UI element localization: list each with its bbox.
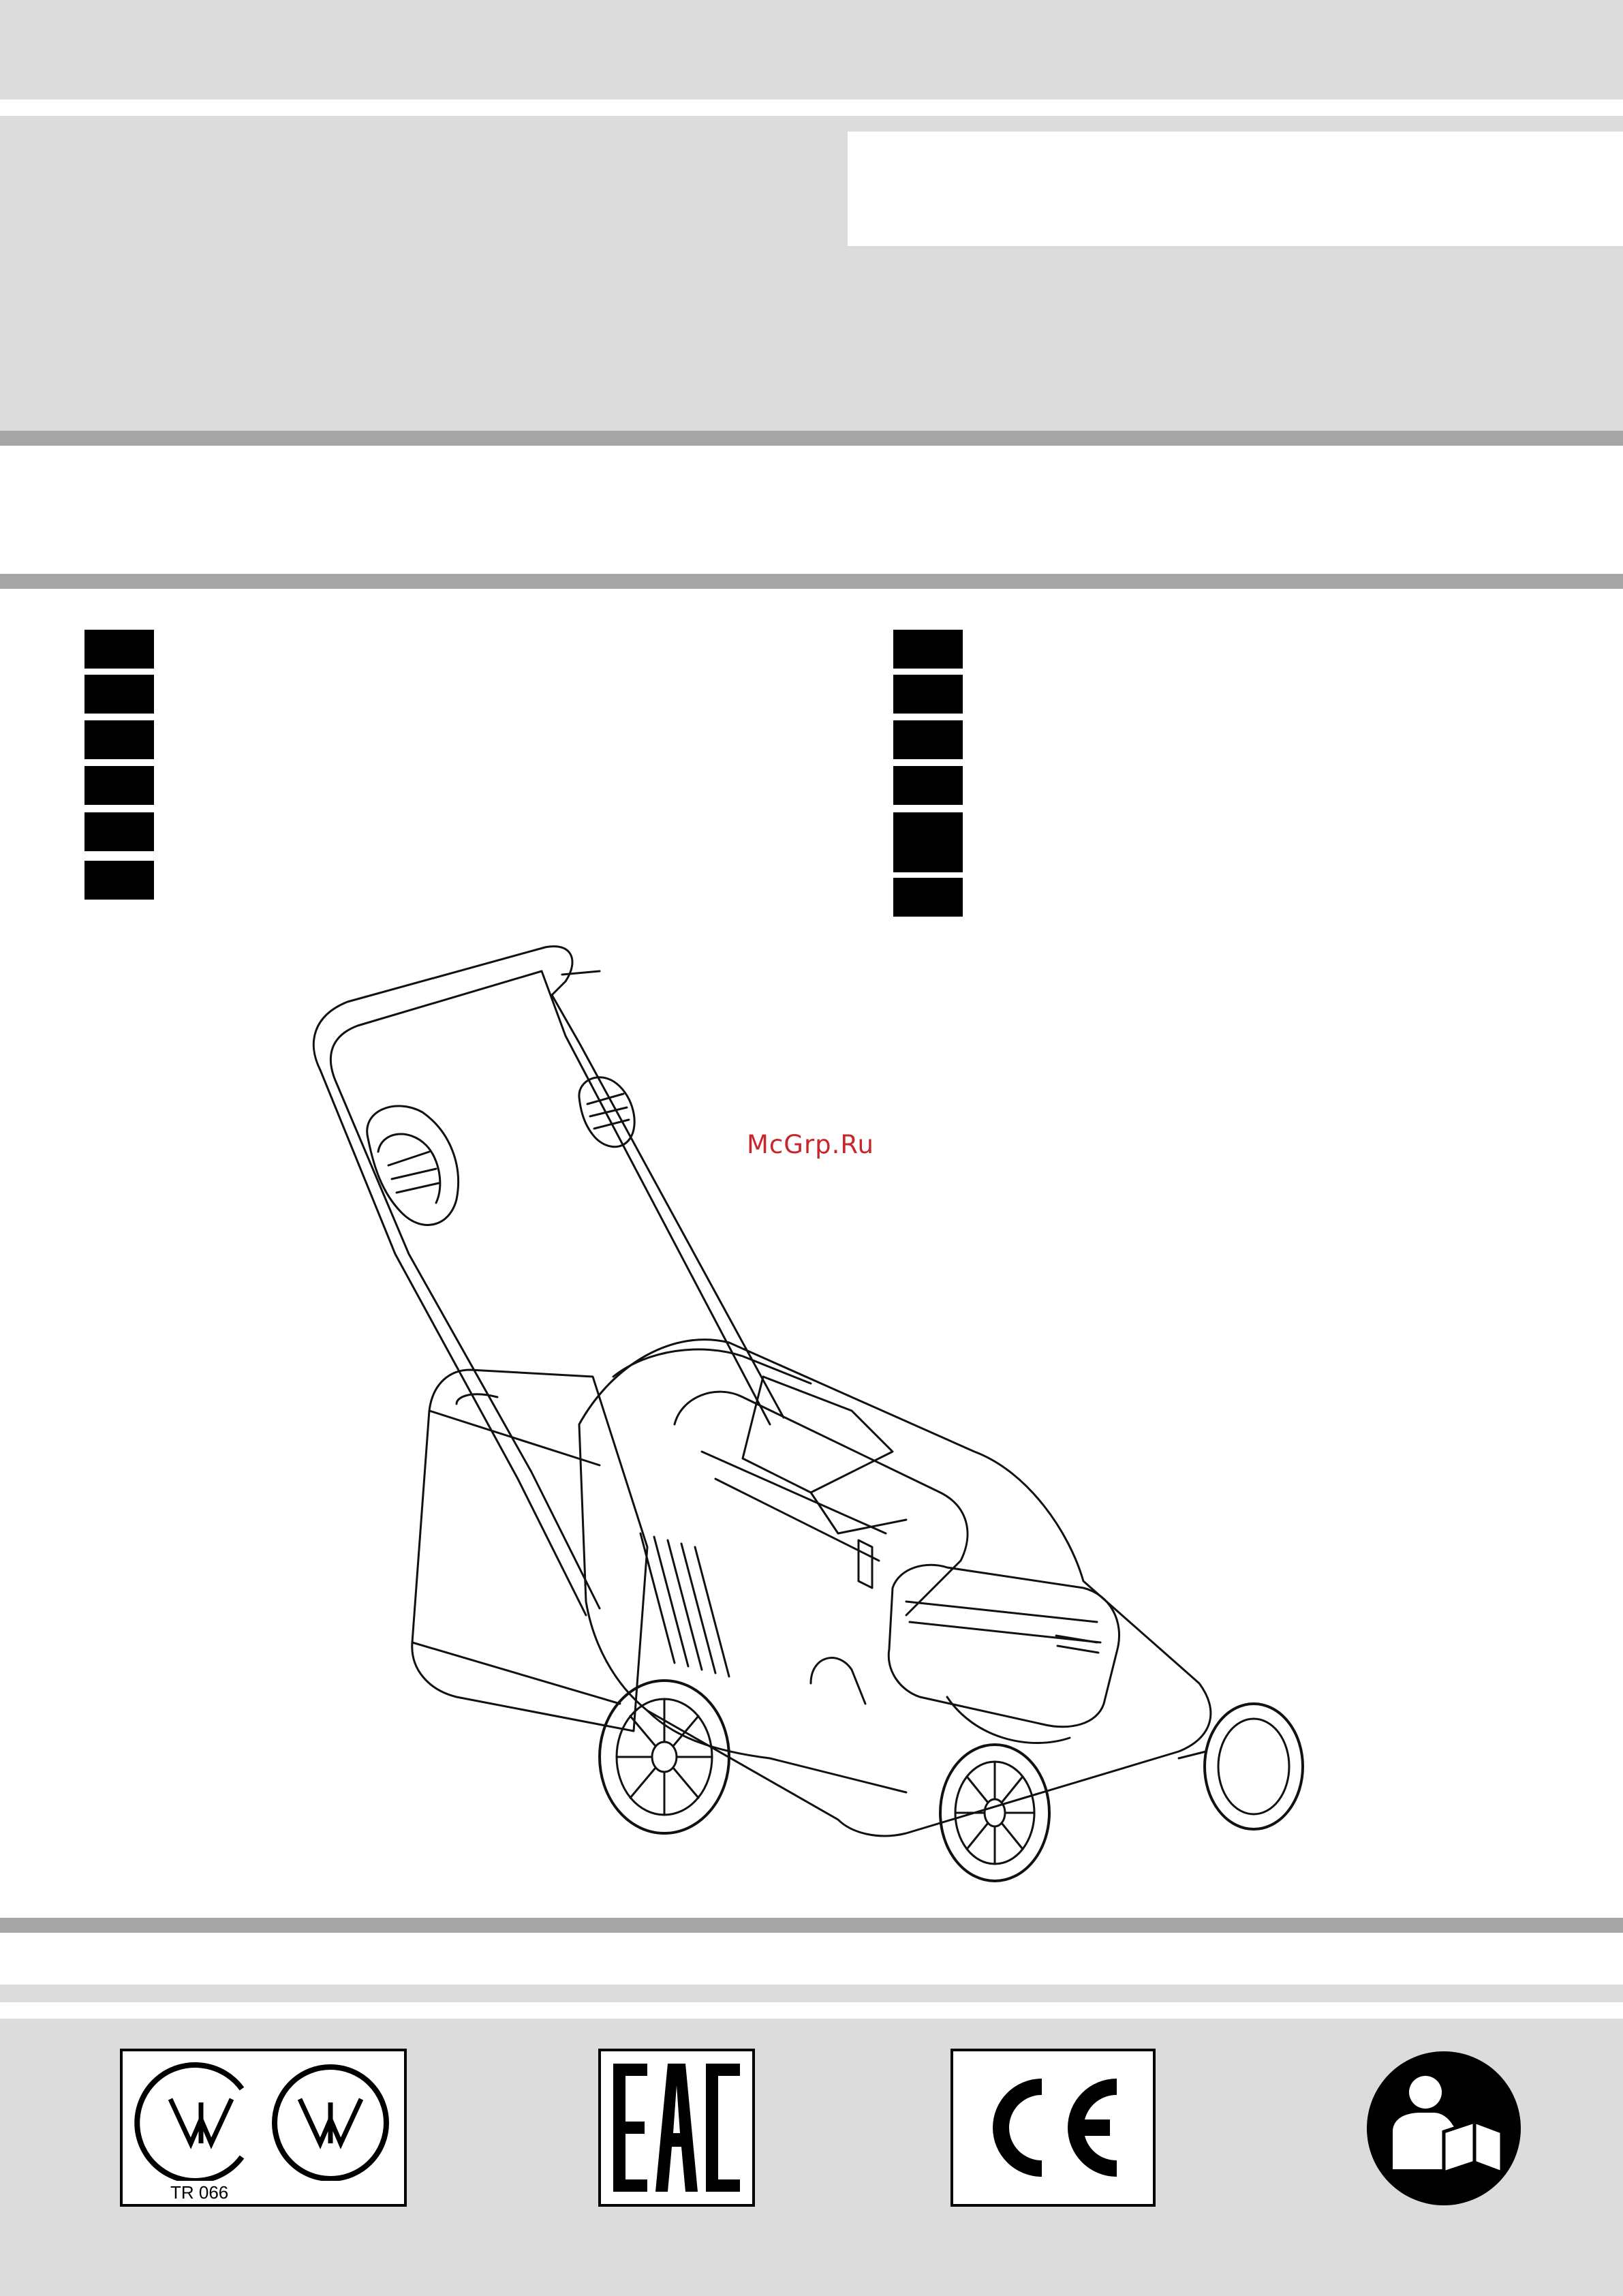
title-rule <box>0 574 1623 589</box>
language-tab <box>893 720 963 759</box>
language-tab <box>893 878 963 917</box>
eac-mark-box <box>598 2049 755 2207</box>
eac-mark-icon <box>613 2064 740 2192</box>
language-tab <box>893 675 963 714</box>
language-tab <box>84 861 154 900</box>
ce-mark-box <box>950 2049 1156 2207</box>
tr-066-label: TR 066 <box>170 2182 229 2203</box>
top-band <box>0 0 1623 100</box>
language-tab <box>893 812 963 872</box>
ce-mark-icon <box>993 2079 1117 2177</box>
ukraine-mark-box: TR 066 <box>120 2049 407 2207</box>
read-manual-mark <box>1365 2050 1522 2207</box>
footer-rule <box>0 1918 1623 1933</box>
language-tab <box>84 812 154 851</box>
language-tab <box>84 766 154 805</box>
ukraine-conformity-mark-icon <box>134 2062 389 2181</box>
lawn-mower-illustration <box>312 945 1304 1882</box>
header-white-box <box>848 132 1623 246</box>
header-rule <box>0 431 1623 446</box>
language-tab <box>893 630 963 669</box>
read-manual-icon <box>1367 2051 1521 2205</box>
language-tab <box>84 675 154 714</box>
footer-thin-band <box>0 1985 1623 2002</box>
language-tab <box>84 630 154 669</box>
language-tab <box>893 766 963 805</box>
language-tab <box>84 720 154 759</box>
